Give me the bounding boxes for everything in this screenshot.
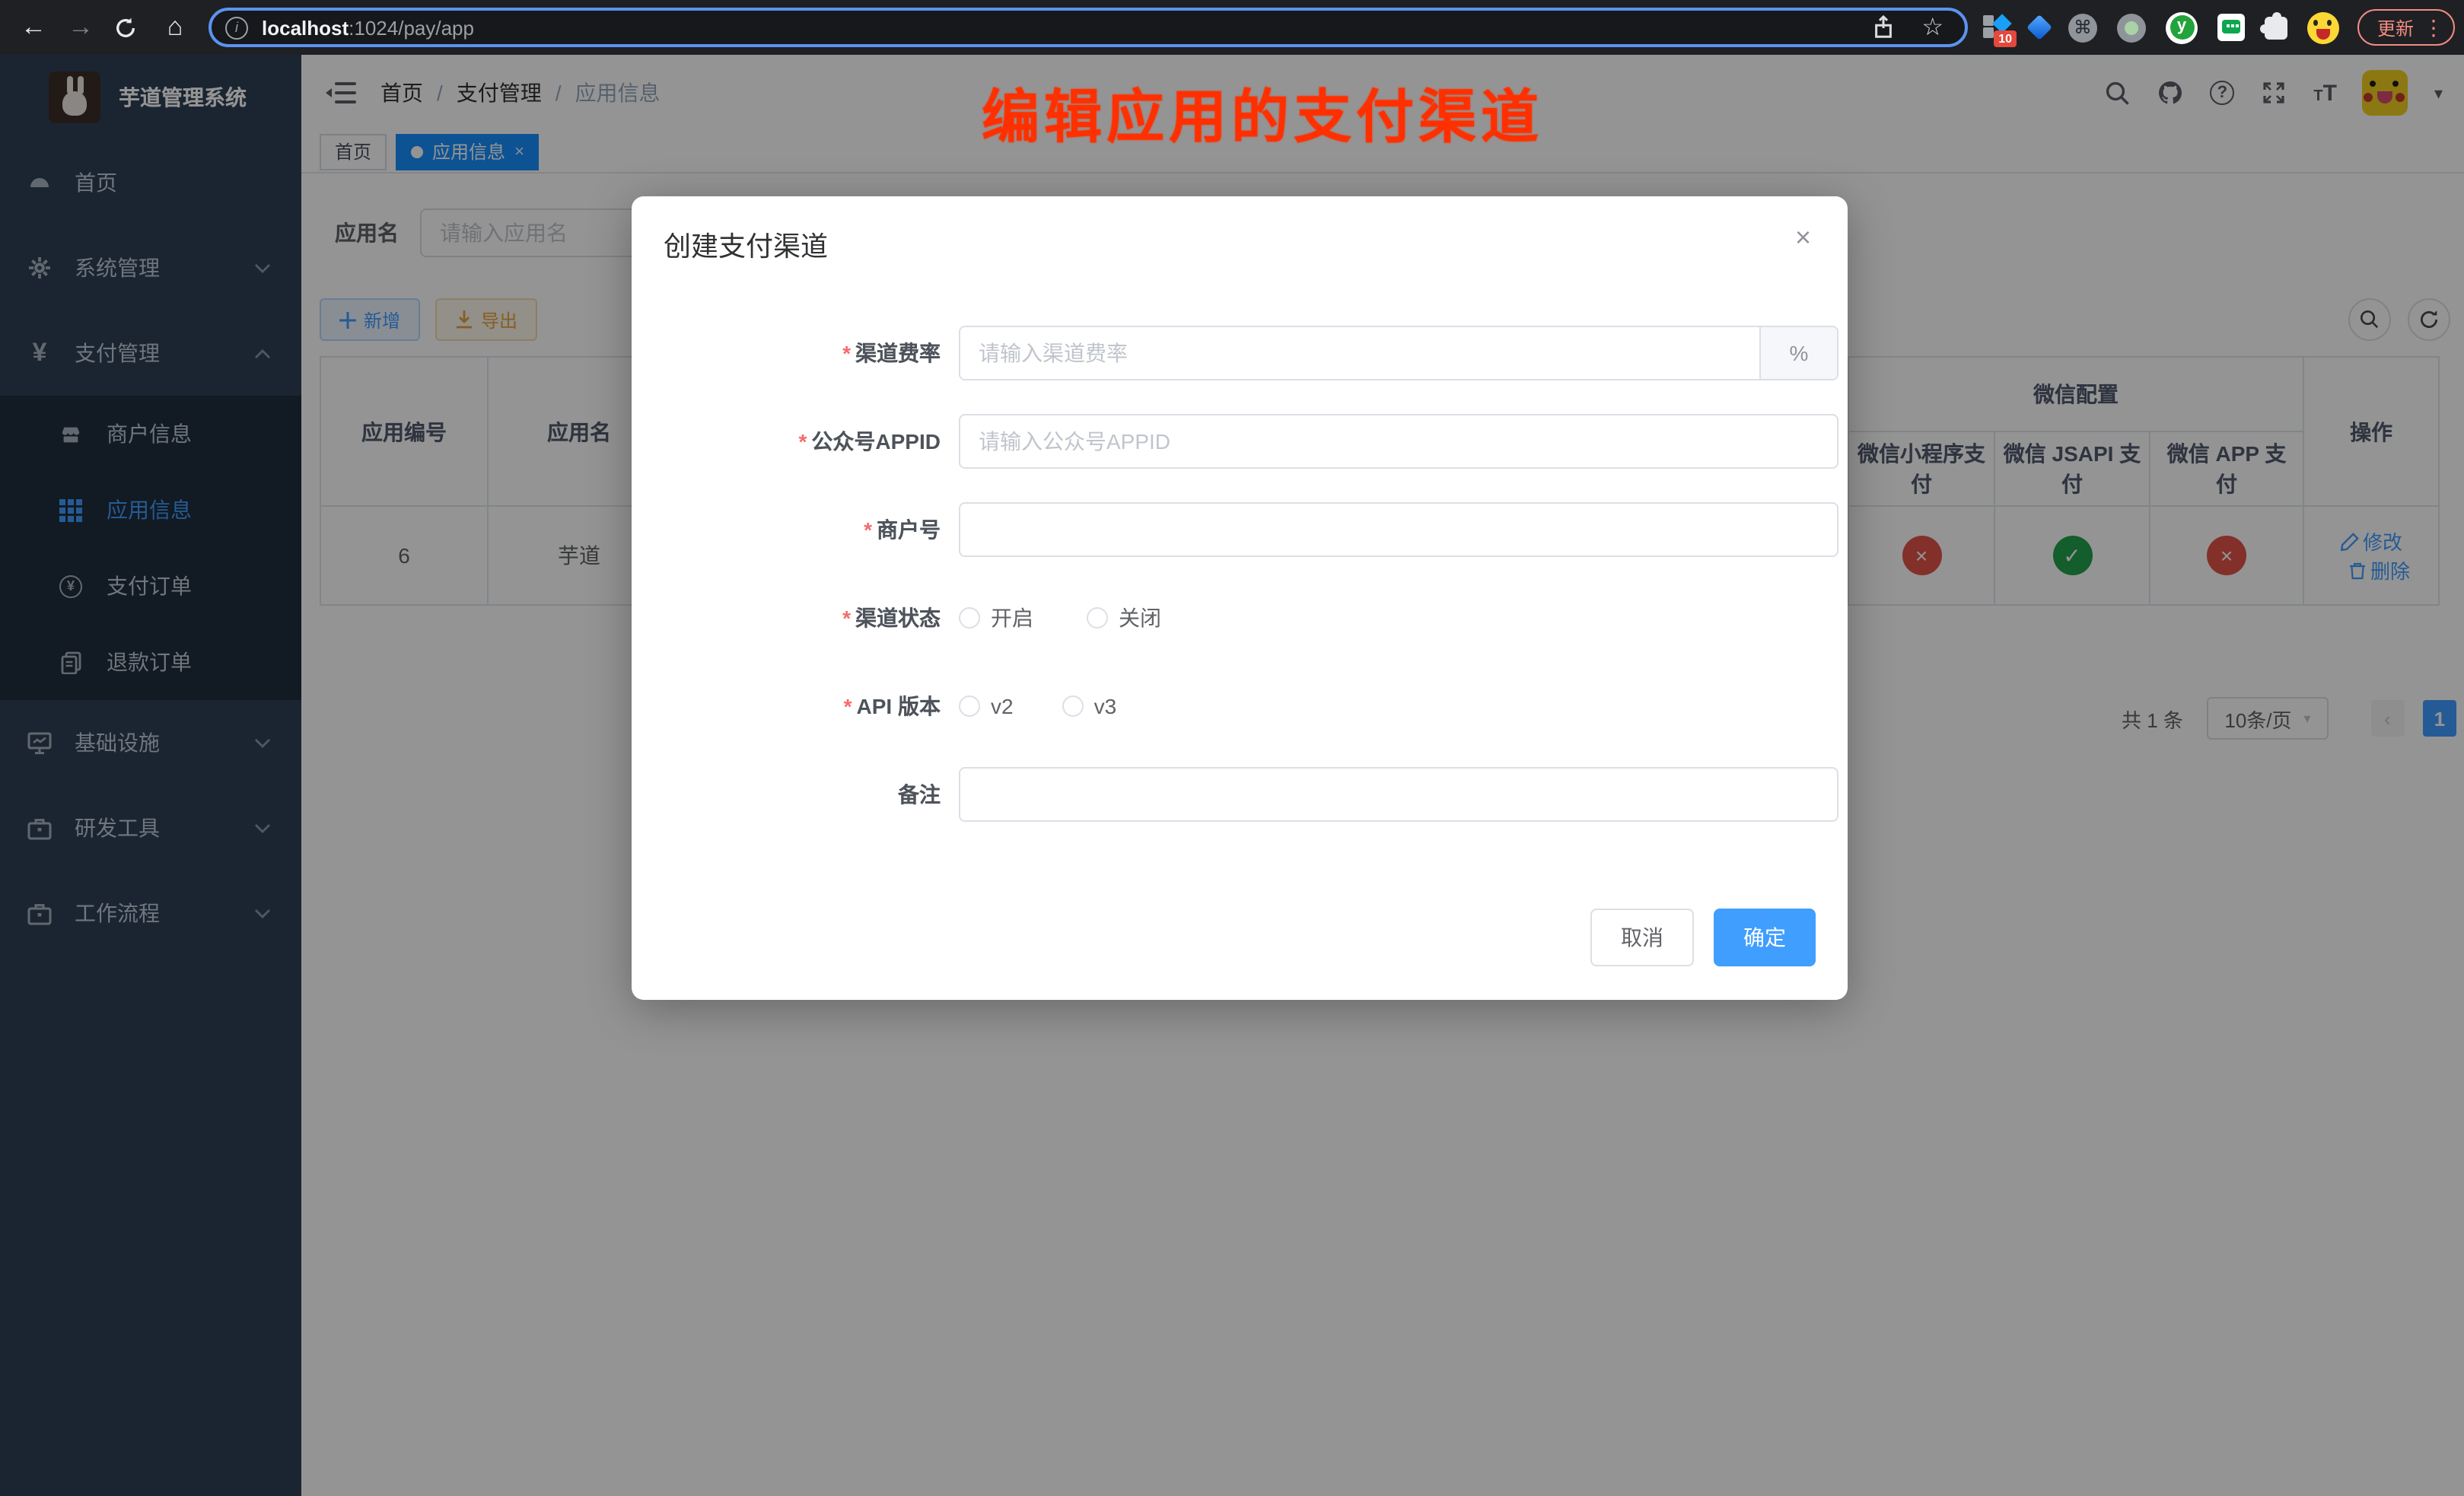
dialog-title: 创建支付渠道: [664, 231, 828, 262]
bookmark-star-icon[interactable]: ☆: [1921, 12, 1944, 43]
browser-reload-icon[interactable]: [114, 16, 142, 39]
extension-blue-diamond-icon[interactable]: 10: [1983, 14, 2010, 41]
form-row-remark: 备注: [673, 767, 1848, 822]
radio-status-on[interactable]: 开启: [959, 603, 1033, 633]
address-bar[interactable]: i localhost:1024/pay/app ☆: [209, 8, 1968, 47]
site-info-icon[interactable]: i: [225, 16, 248, 39]
create-pay-channel-dialog: 创建支付渠道 × *渠道费率 % *公众号APPID: [632, 196, 1848, 1000]
merchant-input[interactable]: [960, 504, 1837, 555]
page: ← → ⌂ i localhost:1024/pay/app ☆ 10 ⌘: [0, 0, 2464, 1496]
form-row-api-version: *API 版本 v2 v3: [673, 679, 1848, 734]
browser-back-icon[interactable]: ←: [20, 0, 47, 55]
profile-avatar-emoji[interactable]: [2307, 11, 2339, 43]
form-row-rate: *渠道费率 %: [673, 326, 1848, 380]
rate-input[interactable]: [960, 327, 1759, 379]
required-mark: *: [842, 606, 851, 630]
update-label: 更新: [2377, 14, 2414, 40]
radio-circle-icon: [1062, 695, 1084, 717]
url-path: :1024/pay/app: [349, 16, 474, 39]
remark-input[interactable]: [960, 769, 1837, 820]
required-mark: *: [799, 429, 807, 454]
browser-home-icon[interactable]: ⌂: [161, 0, 189, 55]
extension-chat-icon[interactable]: [2217, 14, 2245, 41]
form-row-merchant: *商户号: [673, 502, 1848, 557]
radio-circle-icon: [959, 607, 980, 629]
extension-badge: 10: [1994, 30, 2017, 47]
extensions-row: 10 ⌘: [1983, 11, 2339, 43]
radio-label: 关闭: [1119, 603, 1161, 633]
remark-label: 备注: [898, 782, 941, 807]
percent-suffix: %: [1759, 327, 1837, 379]
appid-label: 公众号APPID: [811, 429, 941, 454]
radio-api-v2[interactable]: v2: [959, 694, 1014, 718]
dialog-footer: 取消 确定: [1590, 909, 1816, 966]
cancel-button[interactable]: 取消: [1590, 909, 1694, 966]
browser-toolbar: ← → ⌂ i localhost:1024/pay/app ☆ 10 ⌘: [0, 0, 2464, 55]
extension-gray-dot-icon[interactable]: [2117, 13, 2146, 42]
screenshot-root: ← → ⌂ i localhost:1024/pay/app ☆ 10 ⌘: [0, 0, 2464, 1496]
url-text[interactable]: localhost:1024/pay/app: [262, 16, 1870, 39]
browser-forward-icon[interactable]: →: [67, 0, 94, 55]
app-window: 芋道管理系统 首页 系统管理 ¥ 支付管理: [0, 55, 2464, 1496]
radio-label: 开启: [991, 603, 1033, 633]
radio-circle-icon: [1087, 607, 1108, 629]
radio-label: v3: [1094, 694, 1117, 718]
extensions-puzzle-icon[interactable]: [2265, 16, 2287, 39]
appid-input[interactable]: [960, 415, 1837, 467]
extension-command-icon[interactable]: ⌘: [2068, 13, 2097, 42]
extension-y-icon[interactable]: [2166, 11, 2198, 43]
dialog-form: *渠道费率 % *公众号APPID *商户号: [632, 288, 1848, 822]
status-label: 渠道状态: [855, 606, 941, 630]
extension-kite-icon[interactable]: [2026, 14, 2052, 40]
browser-menu-icon[interactable]: ⋮: [2423, 14, 2444, 40]
api-version-label: API 版本: [857, 694, 941, 718]
required-mark: *: [864, 517, 872, 542]
rate-label: 渠道费率: [855, 341, 941, 365]
form-row-appid: *公众号APPID: [673, 414, 1848, 469]
share-icon[interactable]: [1870, 14, 1897, 41]
required-mark: *: [844, 694, 852, 718]
radio-api-v3[interactable]: v3: [1062, 694, 1117, 718]
radio-label: v2: [991, 694, 1014, 718]
required-mark: *: [842, 341, 851, 365]
url-host: localhost: [262, 16, 349, 39]
radio-status-off[interactable]: 关闭: [1087, 603, 1161, 633]
form-row-status: *渠道状态 开启 关闭: [673, 590, 1848, 645]
dialog-close-icon[interactable]: ×: [1795, 222, 1811, 254]
radio-circle-icon: [959, 695, 980, 717]
merchant-label: 商户号: [877, 517, 941, 542]
dialog-header: 创建支付渠道 ×: [632, 196, 1848, 288]
browser-update-button[interactable]: 更新 ⋮: [2357, 9, 2455, 46]
annotation-text: 编辑应用的支付渠道: [982, 70, 1543, 154]
confirm-button[interactable]: 确定: [1714, 909, 1816, 966]
